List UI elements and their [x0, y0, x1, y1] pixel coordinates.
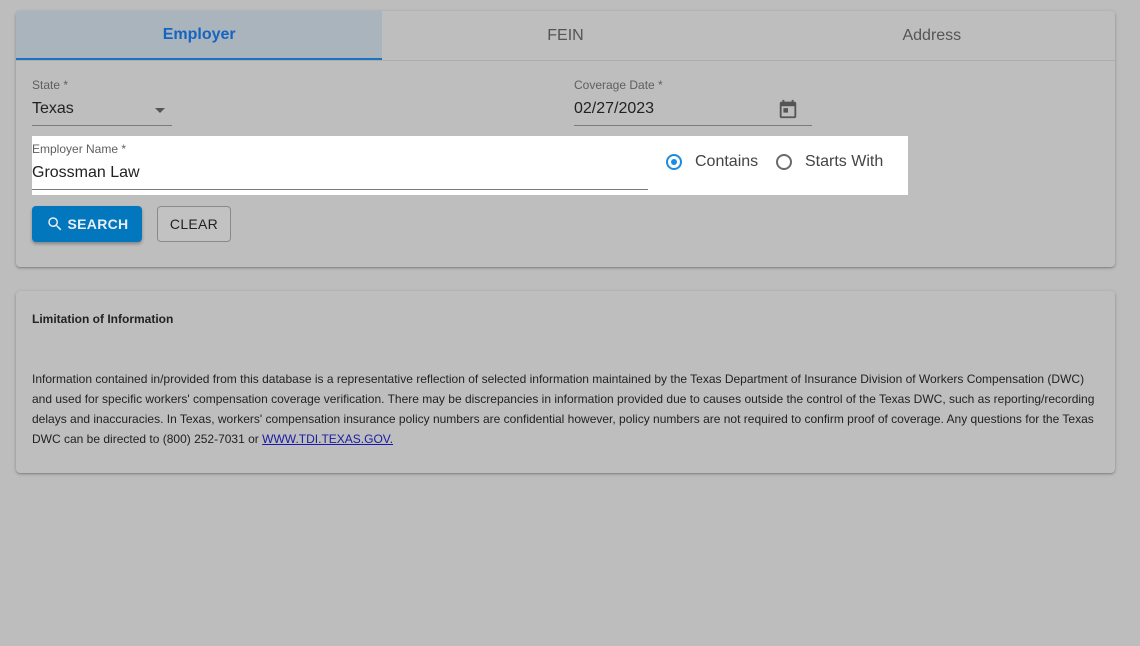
- chevron-down-icon[interactable]: [155, 108, 165, 113]
- info-text: Information contained in/provided from t…: [32, 369, 1100, 449]
- state-label: State *: [32, 78, 69, 92]
- search-tabs: Employer FEIN Address: [16, 11, 1115, 61]
- info-card: Limitation of Information Information co…: [16, 291, 1115, 473]
- contains-radio[interactable]: [666, 154, 682, 170]
- starts-with-label[interactable]: Starts With: [805, 153, 883, 171]
- tab-employer[interactable]: Employer: [16, 11, 383, 60]
- state-underline: [32, 125, 172, 126]
- clear-button[interactable]: CLEAR: [157, 206, 231, 242]
- coverage-date-input[interactable]: 02/27/2023: [574, 100, 654, 118]
- employer-name-label: Employer Name *: [32, 142, 127, 156]
- contains-label[interactable]: Contains: [695, 153, 758, 171]
- search-button[interactable]: SEARCH: [32, 206, 142, 242]
- calendar-icon[interactable]: [777, 98, 799, 120]
- info-body: Information contained in/provided from t…: [32, 372, 1095, 446]
- coverage-date-underline: [574, 125, 812, 126]
- tdi-link[interactable]: WWW.TDI.TEXAS.GOV.: [262, 432, 393, 446]
- tab-address[interactable]: Address: [749, 11, 1115, 60]
- starts-with-radio[interactable]: [776, 154, 792, 170]
- search-button-label: SEARCH: [67, 216, 129, 232]
- search-card: Employer FEIN Address State * Texas Cove…: [16, 11, 1115, 267]
- coverage-date-label: Coverage Date *: [574, 78, 663, 92]
- employer-name-input[interactable]: Grossman Law: [32, 164, 140, 182]
- tab-fein[interactable]: FEIN: [382, 11, 748, 60]
- employer-name-row: Employer Name * Grossman Law Contains St…: [32, 136, 908, 195]
- info-title: Limitation of Information: [32, 312, 174, 326]
- state-select[interactable]: Texas: [32, 100, 74, 118]
- employer-name-underline: [32, 189, 648, 190]
- search-icon: [47, 217, 61, 231]
- contains-radio-dot: [671, 159, 677, 165]
